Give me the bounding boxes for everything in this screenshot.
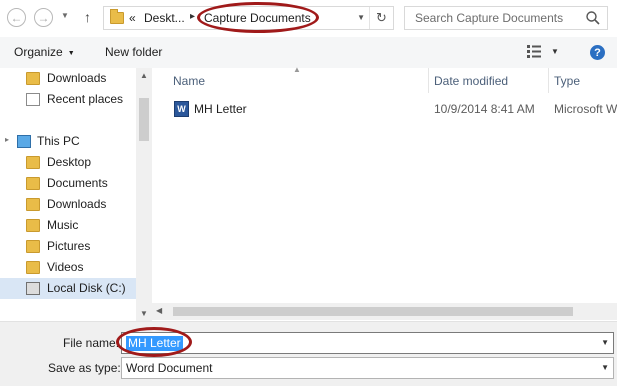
navigation-pane: Downloads Recent places ▸ This PC Deskto… bbox=[0, 68, 152, 321]
recent-places-icon bbox=[26, 93, 40, 106]
nav-item-label: Desktop bbox=[47, 155, 92, 169]
help-icon[interactable]: ? bbox=[590, 45, 605, 60]
search-placeholder: Search Capture Documents bbox=[415, 11, 564, 25]
nav-item-recent-places[interactable]: Recent places bbox=[0, 89, 136, 110]
forward-arrow-icon[interactable]: → bbox=[34, 8, 53, 27]
column-header-type[interactable]: Type bbox=[554, 74, 580, 88]
nav-item-label: Downloads bbox=[47, 71, 107, 85]
this-pc-icon bbox=[17, 135, 31, 148]
column-divider[interactable] bbox=[428, 68, 429, 93]
nav-item-desktop[interactable]: Desktop bbox=[0, 152, 136, 173]
nav-item-label: Local Disk (C:) bbox=[47, 281, 126, 295]
nav-pane-scrollbar[interactable]: ▲ ▼ bbox=[136, 68, 152, 321]
videos-folder-icon bbox=[26, 261, 40, 274]
scrollbar-thumb[interactable] bbox=[139, 98, 149, 141]
drive-icon bbox=[26, 282, 40, 295]
nav-item-label: Videos bbox=[47, 260, 84, 274]
breadcrumb-overflow[interactable]: « bbox=[129, 11, 136, 25]
pictures-folder-icon bbox=[26, 240, 40, 253]
nav-item-videos[interactable]: Videos bbox=[0, 257, 136, 278]
downloads-folder-icon bbox=[26, 72, 40, 85]
file-list: ▲ Name Date modified Type W MH Letter 10… bbox=[152, 65, 617, 321]
nav-item-downloads-pc[interactable]: Downloads bbox=[0, 194, 136, 215]
word-document-icon: W bbox=[174, 101, 189, 117]
nav-item-music[interactable]: Music bbox=[0, 215, 136, 236]
nav-item-label: Documents bbox=[47, 176, 108, 190]
search-icon[interactable] bbox=[585, 10, 601, 26]
view-chevron-down-icon[interactable]: ▼ bbox=[551, 47, 559, 56]
nav-item-local-disk[interactable]: Local Disk (C:) bbox=[0, 278, 136, 299]
chevron-down-icon[interactable]: ▼ bbox=[601, 363, 609, 372]
expand-arrow-icon[interactable]: ▸ bbox=[5, 135, 9, 144]
breadcrumb-desktop[interactable]: Deskt... bbox=[144, 11, 185, 25]
folder-icon bbox=[110, 9, 124, 24]
address-history-chevron-icon[interactable]: ▼ bbox=[357, 13, 365, 22]
scroll-up-icon[interactable]: ▲ bbox=[140, 71, 148, 80]
scroll-down-icon[interactable]: ▼ bbox=[140, 309, 148, 318]
save-as-type-label: Save as type: bbox=[48, 361, 121, 375]
column-header-name[interactable]: Name bbox=[173, 74, 205, 88]
search-box[interactable]: Search Capture Documents bbox=[404, 6, 608, 30]
nav-item-pictures[interactable]: Pictures bbox=[0, 236, 136, 257]
nav-item-label: Pictures bbox=[47, 239, 91, 253]
back-arrow-icon[interactable]: ← bbox=[7, 8, 26, 27]
file-date: 10/9/2014 8:41 AM bbox=[434, 102, 535, 116]
table-row[interactable]: W MH Letter 10/9/2014 8:41 AM Microsoft … bbox=[152, 98, 617, 120]
file-name-label: File name: bbox=[63, 336, 120, 350]
file-name-field[interactable]: MH Letter ▼ bbox=[121, 332, 614, 354]
nav-item-documents[interactable]: Documents bbox=[0, 173, 136, 194]
up-arrow-icon[interactable]: ↑ bbox=[84, 9, 91, 25]
nav-item-label: Downloads bbox=[47, 197, 107, 211]
documents-folder-icon bbox=[26, 177, 40, 190]
recent-locations-chevron-icon[interactable]: ▼ bbox=[61, 11, 69, 20]
refresh-icon[interactable]: ↻ bbox=[369, 7, 393, 29]
column-divider[interactable] bbox=[548, 68, 549, 93]
highlight-circle-filename bbox=[116, 327, 192, 357]
organize-label: Organize bbox=[14, 45, 63, 59]
desktop-folder-icon bbox=[26, 156, 40, 169]
file-list-horizontal-scrollbar[interactable]: ◀ bbox=[152, 303, 617, 320]
file-name: MH Letter bbox=[194, 102, 247, 116]
nav-item-label: Recent places bbox=[47, 92, 124, 106]
organize-button[interactable]: Organize ▼ bbox=[14, 45, 75, 59]
column-header-date[interactable]: Date modified bbox=[434, 74, 508, 88]
downloads-folder-icon bbox=[26, 198, 40, 211]
sort-ascending-icon: ▲ bbox=[293, 65, 301, 74]
view-options-icon[interactable] bbox=[527, 45, 541, 58]
chevron-down-icon: ▼ bbox=[67, 50, 75, 57]
scroll-left-icon[interactable]: ◀ bbox=[156, 306, 162, 315]
nav-item-downloads[interactable]: Downloads bbox=[0, 68, 136, 89]
command-toolbar: Organize ▼ New folder ▼ ? bbox=[0, 37, 617, 68]
save-as-type-select[interactable]: Word Document ▼ bbox=[121, 357, 614, 379]
chevron-down-icon[interactable]: ▼ bbox=[601, 338, 609, 347]
save-options-panel: File name: MH Letter ▼ Save as type: Wor… bbox=[0, 321, 617, 386]
nav-item-label: Music bbox=[47, 218, 79, 232]
save-as-type-value: Word Document bbox=[126, 361, 213, 375]
file-type: Microsoft W bbox=[554, 102, 617, 116]
music-folder-icon bbox=[26, 219, 40, 232]
nav-item-label: This PC bbox=[37, 134, 80, 148]
nav-item-this-pc[interactable]: ▸ This PC bbox=[0, 131, 136, 152]
new-folder-button[interactable]: New folder bbox=[105, 45, 162, 59]
breadcrumb-separator-icon[interactable]: ▸ bbox=[190, 11, 195, 22]
scrollbar-thumb[interactable] bbox=[173, 307, 573, 316]
highlight-circle-folder bbox=[197, 2, 319, 33]
